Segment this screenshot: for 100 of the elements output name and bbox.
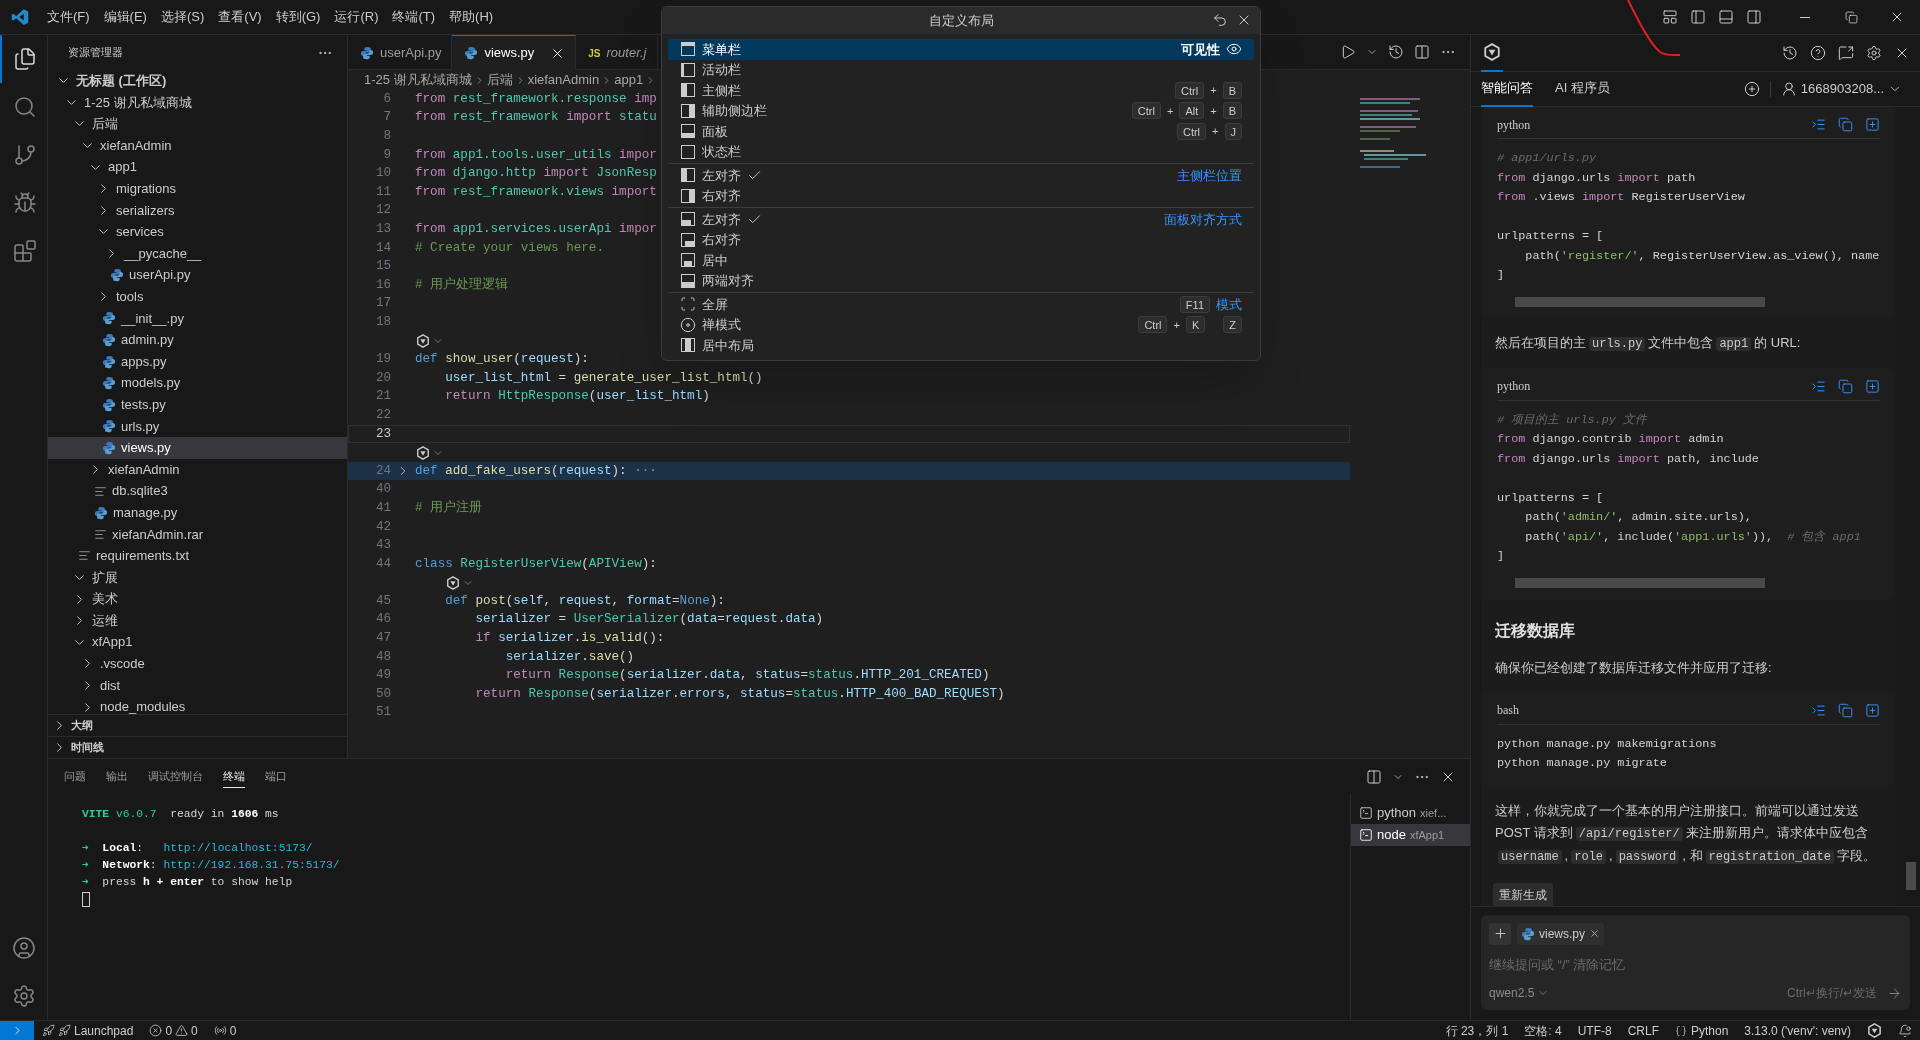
tree-item[interactable]: manage.py [48,501,347,524]
layout-option[interactable]: 面板 Ctrl + J [668,121,1254,142]
tree-item[interactable]: app1 [48,156,347,178]
tree-item[interactable]: models.py [48,372,347,394]
tree-item[interactable]: migrations [48,177,347,200]
terminal-tab[interactable]: node xfApp1 [1351,824,1470,846]
settings-icon[interactable] [1866,45,1882,61]
layout-option[interactable]: 左对齐 面板对齐方式 [668,209,1254,230]
status-item[interactable]: CRLF [1619,1021,1667,1040]
layout-option[interactable]: 右对齐 [668,229,1254,250]
remove-icon[interactable] [1589,928,1600,939]
menu-item[interactable]: 终端(T) [385,5,443,29]
status-item[interactable]: Python [1667,1021,1737,1040]
layout-option[interactable]: 状态栏 [668,141,1254,162]
layout-option[interactable]: 主侧栏 Ctrl + B [668,80,1254,101]
tree-item[interactable]: services [48,221,347,243]
tree-item[interactable]: xiefanAdmin.rar [48,523,347,546]
tree-item[interactable]: tools [48,285,347,308]
add-context-button[interactable] [1489,922,1511,945]
tree-item[interactable]: .vscode [48,653,347,675]
layout-icon[interactable] [1662,9,1678,25]
tree-item[interactable]: serializers [48,199,347,222]
layout-option[interactable]: 活动栏 [668,59,1254,80]
copy-icon[interactable] [1838,378,1853,394]
breadcrumb-item[interactable]: app1 [614,70,644,90]
layout-option[interactable]: 全屏 F11 模式 [668,294,1254,315]
split-editor-icon[interactable] [1414,44,1430,60]
menu-item[interactable]: 编辑(E) [96,5,154,29]
run-icon[interactable] [1340,44,1356,60]
menu-item[interactable]: 转到(G) [268,5,328,29]
tree-item[interactable]: userApi.py [48,264,347,286]
launchpad-button[interactable]: Launchpad [34,1021,142,1040]
tree-item[interactable]: xiefanAdmin [48,134,347,157]
tree-item[interactable]: admin.py [48,329,347,351]
tree-item[interactable]: db.sqlite3 [48,480,347,502]
sidebar-toggle-icon[interactable] [1746,9,1762,25]
editor-tab[interactable]: views.py [452,35,577,70]
model-dropdown[interactable]: qwen2.5 [1489,984,1550,1002]
new-file-icon[interactable] [1865,117,1880,132]
tree-item[interactable]: xiefanAdmin [48,458,347,481]
section-header[interactable]: 大纲 [48,714,347,736]
menu-item[interactable]: 文件(F) [40,5,97,29]
panel-tab[interactable]: 问题 [64,765,86,788]
chat-input[interactable]: 继续提问或 “/” 清除记忆 [1489,954,1902,974]
panel-tab[interactable]: 调试控制台 [148,765,203,788]
tree-item[interactable]: dist [48,674,347,697]
tree-item[interactable]: 运维 [48,609,347,632]
menu-item[interactable]: 查看(V) [211,5,269,29]
terminal-tab[interactable]: python xief... [1351,802,1470,824]
file-chip[interactable]: views.py [1517,922,1604,945]
copy-icon[interactable] [1838,117,1853,132]
editor-tab[interactable]: JS router.j [576,35,658,70]
tree-item[interactable]: urls.py [48,415,347,438]
undo-icon[interactable] [1212,12,1228,28]
panel-toggle-icon[interactable] [1718,9,1734,25]
problems-button[interactable]: 0 0 [141,1021,206,1040]
account-icon[interactable] [11,936,36,960]
ports-button[interactable]: 0 [205,1021,245,1040]
breadcrumb-item[interactable]: 后端 [486,70,513,90]
remote-button[interactable] [0,1020,34,1040]
layout-option[interactable]: 右对齐 [668,185,1254,206]
status-item[interactable]: 空格: 4 [1516,1021,1570,1040]
feedback-icon[interactable] [1838,45,1854,61]
status-item[interactable]: 3.13.0 ('venv': venv) [1736,1021,1859,1040]
layout-option[interactable]: 居中 [668,250,1254,271]
layout-option[interactable]: 左对齐 主侧栏位置 [668,165,1254,186]
layout-option[interactable]: 禅模式 Ctrl + K Z [668,314,1254,335]
panel-tab[interactable]: 终端 [223,765,245,788]
breadcrumb-item[interactable]: 1-25 谢凡私域商城 [364,70,472,90]
panel-tab[interactable]: 输出 [106,765,128,788]
menu-item[interactable]: 帮助(H) [442,5,501,29]
insert-icon[interactable] [1811,702,1826,718]
tree-item[interactable]: 后端 [48,113,347,135]
tree-item[interactable]: 1-25 谢凡私域商城 [48,91,347,114]
new-file-icon[interactable] [1865,702,1880,718]
new-chat-icon[interactable] [1743,81,1760,97]
send-icon[interactable] [1887,985,1902,1001]
regenerate-button[interactable]: 重新生成 [1493,882,1553,906]
tree-item[interactable]: apps.py [48,350,347,373]
layout-option[interactable]: 辅助侧边栏 Ctrl + Alt + B [668,100,1254,121]
notification-icon[interactable] [1898,1023,1912,1038]
status-item[interactable]: UTF-8 [1569,1021,1620,1040]
history-icon[interactable] [1388,44,1404,60]
menu-item[interactable]: 运行(R) [327,5,386,29]
history-icon[interactable] [1782,45,1798,61]
status-item[interactable]: 行 23，列 1 [1437,1021,1517,1040]
tree-item[interactable]: 美术 [48,588,347,610]
chat-tab[interactable]: AI 程序员 [1555,71,1610,107]
tree-item[interactable]: 扩展 [48,566,347,589]
breadcrumb-item[interactable]: xiefanAdmin [527,70,600,90]
panel-tab[interactable]: 端口 [265,765,287,788]
help-icon[interactable] [1810,45,1826,61]
insert-icon[interactable] [1811,378,1826,394]
split-terminal-icon[interactable] [1366,768,1382,785]
tree-item[interactable]: tests.py [48,393,347,416]
tree-item[interactable]: requirements.txt [48,545,347,567]
account-button[interactable]: 1668903208... [1780,79,1902,99]
layout-option[interactable]: 菜单栏 可见性 [668,39,1254,60]
tree-item[interactable]: node_modules [48,696,347,714]
copy-icon[interactable] [1838,702,1853,718]
